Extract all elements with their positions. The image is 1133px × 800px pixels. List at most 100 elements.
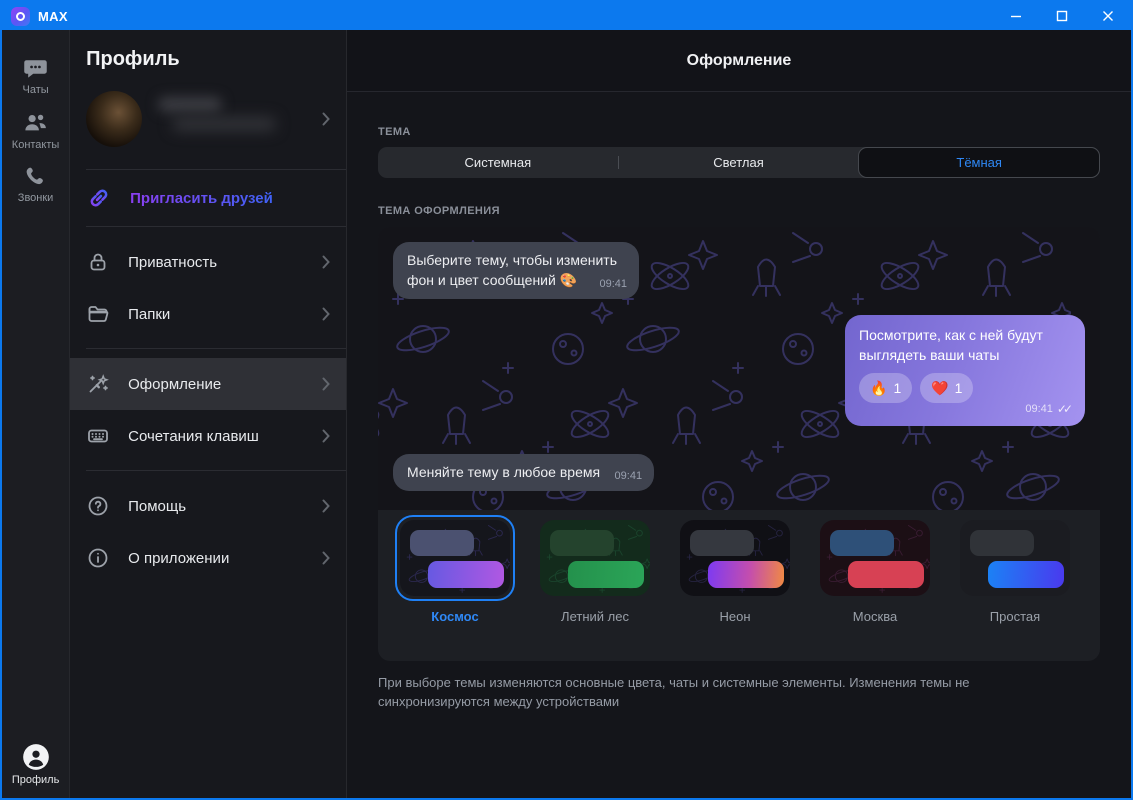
reaction-heart[interactable]: ❤️ 1 [920, 373, 974, 403]
settings-panel: Профиль Пригласить друзей Приватность Па… [70, 30, 347, 798]
magic-wand-icon [86, 372, 110, 396]
theme-thumbnail [540, 520, 650, 596]
chevron-right-icon [322, 377, 330, 391]
message-text: Посмотрите, как с ней будут выглядеть ва… [859, 327, 1043, 363]
settings-item-label: Помощь [128, 497, 187, 515]
nav-profile-label: Профиль [11, 774, 60, 786]
theme-section-label: ТЕМА [378, 126, 411, 138]
phone-icon [26, 167, 43, 185]
nav-rail: Чаты Контакты Звонки Профиль [2, 30, 71, 798]
nav-contacts-label: Контакты [11, 139, 60, 151]
nav-chats-label: Чаты [22, 84, 49, 96]
profile-card[interactable] [70, 81, 346, 169]
message-time: 09:41 ✓✓ [1025, 399, 1073, 419]
minimize-button[interactable] [993, 2, 1039, 30]
message-text: Выберите тему, чтобы изменить фон и цвет… [407, 252, 617, 288]
appearance-panel: Оформление ТЕМА Системная Светлая Тёмная… [347, 30, 1131, 798]
chat-theme-summer-forest[interactable]: Летний лес [540, 520, 650, 624]
settings-item-shortcuts[interactable]: Сочетания клавиш [70, 410, 346, 462]
reaction-count: 1 [893, 380, 902, 396]
divider [86, 348, 346, 349]
chevron-right-icon [322, 255, 330, 269]
invite-friends-button[interactable]: Пригласить друзей [70, 170, 346, 226]
profile-name-blurred [158, 95, 306, 143]
chevron-right-icon [322, 551, 330, 565]
heart-emoji-icon: ❤️ [931, 380, 949, 396]
read-receipt-icon: ✓✓ [1056, 402, 1073, 416]
message-incoming: Меняйте тему в любое время 09:41 [393, 454, 655, 491]
chevron-right-icon [322, 112, 330, 126]
message-time: 09:41 [599, 278, 627, 290]
chat-theme-simple[interactable]: Простая [960, 520, 1070, 624]
nav-profile[interactable]: Профиль [2, 743, 69, 786]
contacts-icon [25, 114, 46, 131]
theme-option-light[interactable]: Светлая [619, 147, 859, 178]
lock-icon [86, 250, 110, 274]
close-button[interactable] [1085, 2, 1131, 30]
app-title: MAX [38, 8, 68, 24]
theme-thumbnail [820, 520, 930, 596]
settings-item-about[interactable]: О приложении [70, 532, 346, 584]
message-text: Меняйте тему в любое время [407, 464, 601, 480]
app-window: MAX Чаты Контакты Звонки Профиль Профиль… [0, 0, 1133, 800]
help-icon [86, 494, 110, 518]
theme-option-dark[interactable]: Тёмная [858, 147, 1101, 178]
theme-thumbnail [400, 520, 510, 596]
page-title: Профиль [86, 48, 180, 70]
reaction-count: 1 [954, 380, 963, 396]
theme-name: Летний лес [561, 609, 629, 624]
nav-chats[interactable]: Чаты [22, 54, 49, 96]
theme-thumbnail [680, 520, 790, 596]
titlebar: MAX [2, 2, 1131, 30]
nav-calls-label: Звонки [17, 192, 54, 204]
theme-name: Простая [989, 609, 1041, 624]
theme-footnote: При выборе темы изменяются основные цвет… [378, 675, 970, 709]
message-incoming: Выберите тему, чтобы изменить фон и цвет… [393, 242, 639, 299]
divider [86, 470, 346, 471]
info-icon [86, 546, 110, 570]
avatar [86, 91, 143, 147]
app-identity: MAX [2, 6, 68, 26]
settings-item-label: Оформление [128, 375, 222, 393]
panel-header: Оформление [347, 30, 1131, 92]
theme-segmented-control: Системная Светлая Тёмная [378, 147, 1101, 178]
settings-item-appearance[interactable]: Оформление [70, 358, 346, 410]
settings-list: Приватность Папки Оформление Сочетания к… [70, 227, 346, 584]
message-outgoing: Посмотрите, как с ней будут выглядеть ва… [845, 315, 1085, 426]
panel-header-title: Оформление [686, 51, 792, 69]
fire-emoji-icon: 🔥 [870, 380, 888, 396]
theme-name: Космос [431, 609, 479, 624]
chat-theme-neon[interactable]: Неон [680, 520, 790, 624]
settings-item-label: Приватность [128, 253, 218, 271]
profile-avatar-icon [22, 744, 49, 770]
nav-contacts[interactable]: Контакты [11, 109, 60, 151]
settings-item-folders[interactable]: Папки [70, 288, 346, 340]
chat-theme-section-label: ТЕМА ОФОРМЛЕНИЯ [378, 205, 500, 217]
settings-item-label: О приложении [128, 549, 230, 567]
settings-item-help[interactable]: Помощь [70, 480, 346, 532]
chat-theme-moscow[interactable]: Москва [820, 520, 930, 624]
folder-icon [86, 302, 110, 326]
settings-item-privacy[interactable]: Приватность [70, 236, 346, 288]
maximize-button[interactable] [1039, 2, 1085, 30]
chat-theme-cosmos[interactable]: Космос [395, 515, 515, 624]
keyboard-icon [86, 424, 110, 448]
theme-thumbnail [960, 520, 1070, 596]
chat-preview: Выберите тему, чтобы изменить фон и цвет… [378, 227, 1100, 510]
message-time: 09:41 [614, 470, 643, 482]
theme-option-system[interactable]: Системная [378, 147, 618, 178]
settings-item-label: Сочетания клавиш [128, 427, 259, 445]
chevron-right-icon [322, 499, 330, 513]
chat-theme-list: Космос Летний лес Неон Москва Простая [378, 510, 1100, 624]
chat-bubble-icon [24, 60, 47, 78]
settings-item-label: Папки [128, 305, 171, 323]
theme-preview-card: Выберите тему, чтобы изменить фон и цвет… [378, 227, 1100, 661]
window-controls [993, 2, 1131, 30]
invite-friends-label: Пригласить друзей [130, 189, 273, 207]
max-logo-icon [11, 6, 30, 26]
reaction-fire[interactable]: 🔥 1 [859, 373, 913, 403]
nav-calls[interactable]: Звонки [17, 164, 54, 204]
theme-name: Неон [719, 609, 751, 624]
chevron-right-icon [322, 307, 330, 321]
chevron-right-icon [322, 429, 330, 443]
